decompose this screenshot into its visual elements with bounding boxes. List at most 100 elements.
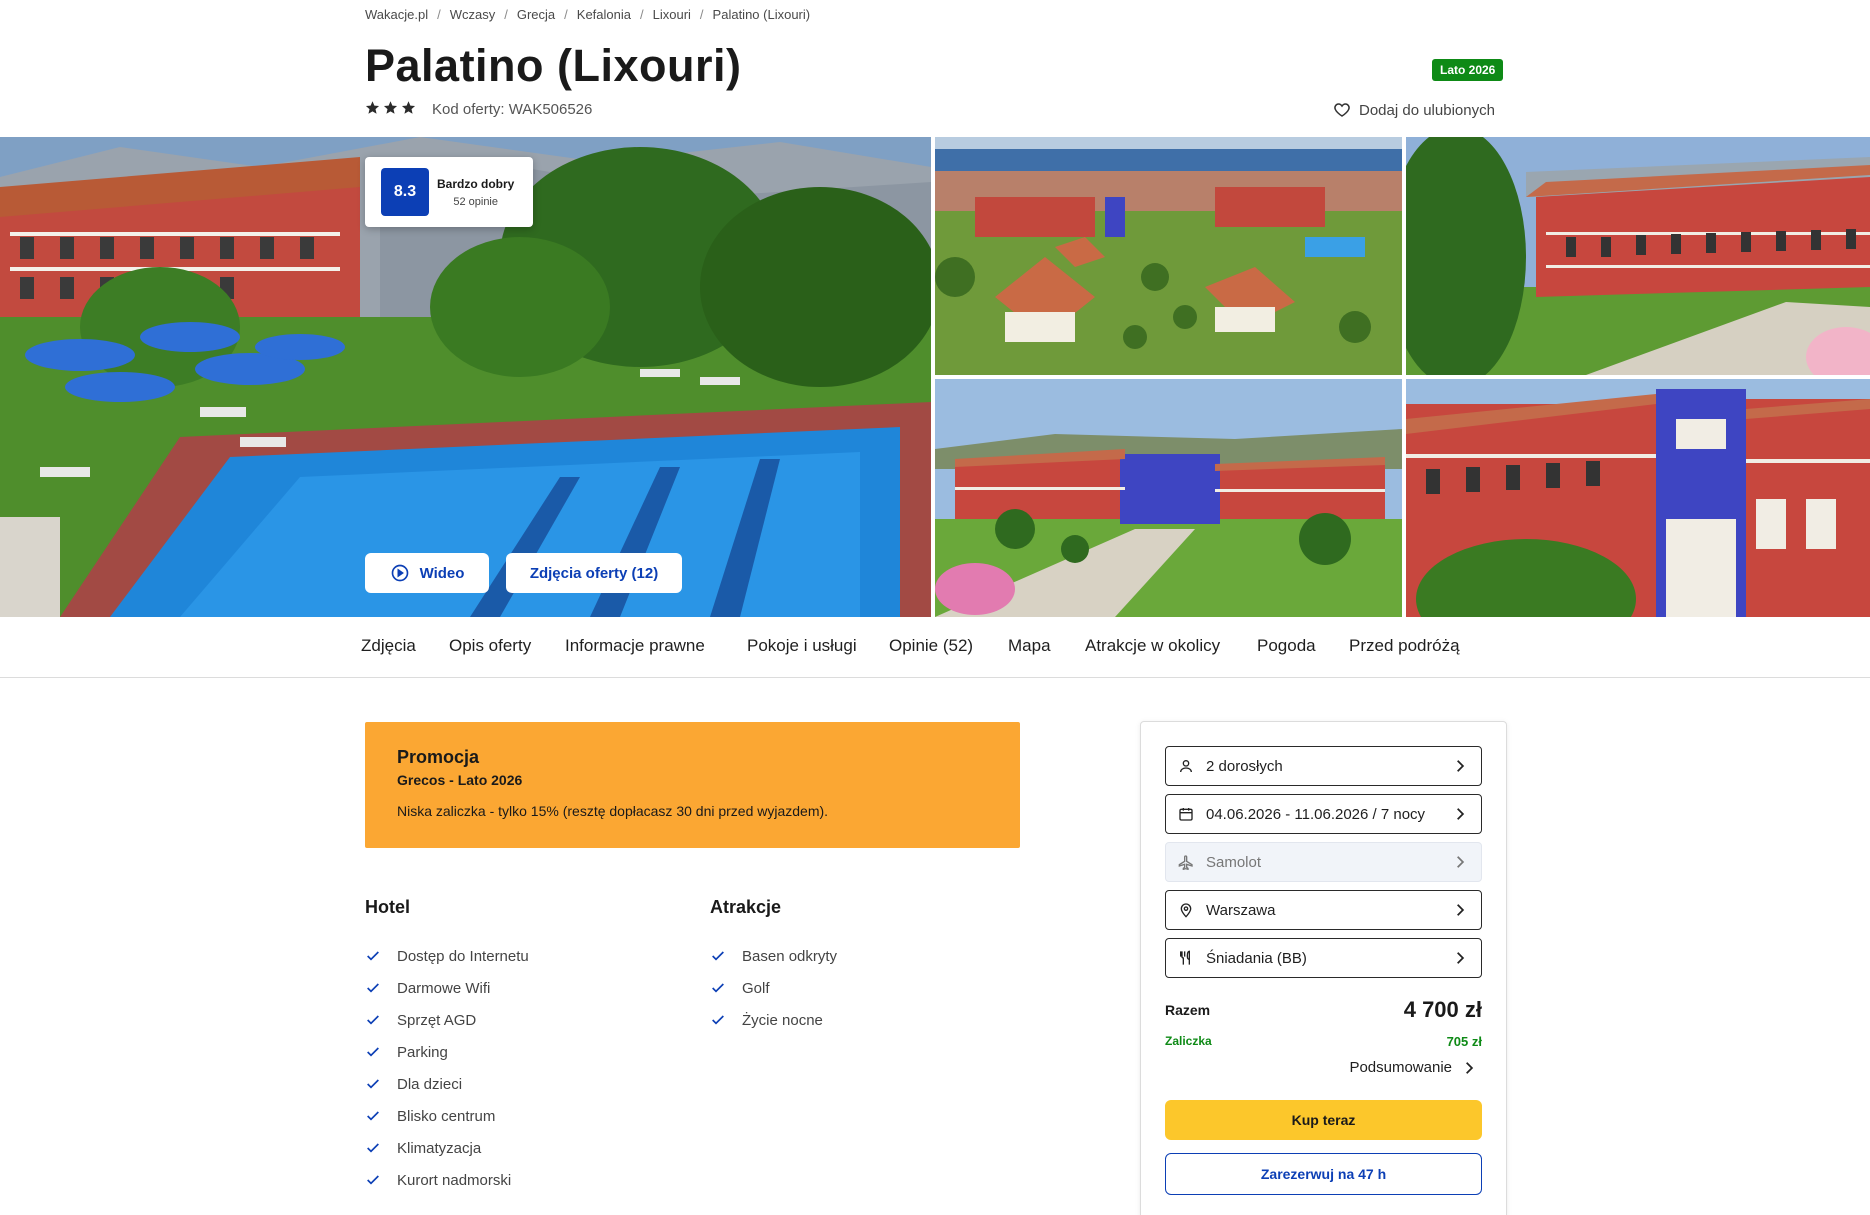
amenity-label: Dla dzieci [397,1075,463,1093]
amenity-item: Życie nocne [710,1004,837,1036]
favourite-label: Dodaj do ulubionych [1359,101,1495,119]
tab-photos[interactable]: Zdjęcia [361,636,416,656]
breadcrumb-item[interactable]: Wakacje.pl [365,7,428,22]
photo-gallery: 8.3 Bardzo dobry 52 opinie Wideo Zdjęcia… [0,137,1870,617]
tab-map[interactable]: Mapa [1008,636,1051,656]
board-selector[interactable]: Śniadania (BB) [1165,938,1482,978]
travellers-selector[interactable]: 2 dorosłych [1165,746,1482,786]
amenity-label: Życie nocne [742,1011,823,1029]
promotion-text: Niska zaliczka - tylko 15% (resztę dopła… [397,803,829,819]
rating-label: Bardzo dobry [437,176,515,191]
check-icon [712,983,724,993]
chevron-right-icon [1457,952,1465,964]
check-icon [712,1015,724,1025]
departure-city-selector[interactable]: Warszawa [1165,890,1482,930]
gallery-thumbnail[interactable] [1406,137,1870,375]
offer-photos-button-label: Zdjęcia oferty (12) [529,564,659,582]
amenity-label: Darmowe Wifi [397,979,491,997]
amenity-item: Golf [710,972,837,1004]
check-icon [367,1047,379,1057]
breadcrumb-current: Palatino (Lixouri) [712,7,811,22]
add-to-favourites-button[interactable]: Dodaj do ulubionych [1333,101,1495,119]
heart-icon [1334,103,1350,117]
amenity-label: Golf [742,979,770,997]
attractions-amenities: Atrakcje Basen odkryty Golf Życie nocne [710,897,837,1036]
video-button[interactable]: Wideo [365,553,489,593]
page-title: Palatino (Lixouri) [365,40,742,91]
gallery-thumbnail[interactable] [935,379,1402,617]
rating-count: 52 opinie [453,195,498,208]
amenity-item: Dostęp do Internetu [365,940,529,972]
chevron-right-icon [1466,1061,1474,1074]
transport-selector[interactable]: Samolot [1165,842,1482,882]
attractions-heading: Atrakcje [710,897,782,917]
amenity-label: Sprzęt AGD [397,1011,477,1029]
amenity-label: Basen odkryty [742,947,838,965]
board-label: Śniadania (BB) [1206,949,1307,967]
star-icon [383,101,398,114]
chevron-right-icon [1457,808,1465,820]
main-hotel-photo[interactable]: 8.3 Bardzo dobry 52 opinie Wideo Zdjęcia… [0,137,931,617]
tab-weather[interactable]: Pogoda [1257,636,1316,656]
reserve-button[interactable]: Zarezerwuj na 47 h [1165,1153,1482,1195]
transport-label: Samolot [1206,853,1262,871]
amenity-label: Blisko centrum [397,1107,496,1125]
breadcrumb-item[interactable]: Lixouri [653,7,691,22]
summary-link[interactable]: Podsumowanie [1349,1059,1476,1076]
hotel-amenities: Hotel Dostęp do Internetu Darmowe Wifi Spr… [365,897,529,1196]
gallery-thumbnail[interactable] [935,137,1402,375]
dates-label: 04.06.2026 - 11.06.2026 / 7 nocy [1206,805,1426,823]
breadcrumb-item[interactable]: Grecja [517,7,555,22]
tab-rooms-services[interactable]: Pokoje i usługi [747,636,857,656]
check-icon [367,1111,379,1121]
buy-now-button[interactable]: Kup teraz [1165,1100,1482,1140]
chevron-right-icon [1457,760,1465,772]
plane-icon [1178,855,1193,870]
chevron-right-icon [1457,904,1465,916]
amenity-item: Sprzęt AGD [365,1004,529,1036]
breadcrumb-separator: / [504,7,508,22]
person-icon [1180,760,1192,773]
deposit-price: 705 zł [1446,1034,1482,1049]
tab-legal-info[interactable]: Informacje prawne [565,636,705,656]
gallery-thumbnail[interactable] [1406,379,1870,617]
offer-code: Kod oferty: WAK506526 [432,101,593,118]
check-icon [367,951,379,961]
offer-photos-button[interactable]: Zdjęcia oferty (12) [506,553,682,593]
tab-nearby-attractions[interactable]: Atrakcje w okolicy [1085,636,1220,656]
amenity-label: Dostęp do Internetu [397,947,529,965]
tab-offer-description[interactable]: Opis oferty [449,636,531,656]
breadcrumb-separator: / [640,7,644,22]
travellers-label: 2 dorosłych [1206,757,1283,775]
breadcrumb-separator: / [564,7,568,22]
hotel-amenities-heading: Hotel [365,897,410,917]
breadcrumb-item[interactable]: Wczasy [450,7,496,22]
section-tabs: Zdjęcia Opis oferty Informacje prawne Po… [0,620,1870,678]
amenity-item: Blisko centrum [365,1100,529,1132]
rating-card[interactable]: 8.3 Bardzo dobry 52 opinie [365,157,533,227]
video-button-label: Wideo [419,564,465,582]
departure-city-label: Warszawa [1206,901,1276,919]
check-icon [367,1015,379,1025]
tab-reviews[interactable]: Opinie (52) [889,636,973,656]
breadcrumb-item[interactable]: Kefalonia [577,7,631,22]
amenity-item: Kurort nadmorski [365,1164,529,1196]
deposit-label: Zaliczka [1165,1034,1212,1048]
check-icon [367,1175,379,1185]
dates-selector[interactable]: 04.06.2026 - 11.06.2026 / 7 nocy [1165,794,1482,834]
amenity-label: Klimatyzacja [397,1139,482,1157]
location-pin-icon [1180,903,1192,918]
rating-score: 8.3 [381,168,429,216]
breadcrumb-separator: / [437,7,441,22]
check-icon [367,1143,379,1153]
check-icon [367,983,379,993]
star-icon [365,101,380,114]
check-icon [367,1079,379,1089]
breadcrumb: Wakacje.pl / Wczasy / Grecja / Kefalonia… [365,7,810,22]
tab-before-travel[interactable]: Przed podróżą [1349,636,1460,656]
play-icon [391,564,408,582]
amenity-item: Klimatyzacja [365,1132,529,1164]
booking-panel: 2 dorosłych 04.06.2026 - 11.06.2026 / 7 … [1140,721,1507,1215]
total-label: Razem [1165,1002,1211,1018]
cutlery-icon [1180,950,1190,965]
